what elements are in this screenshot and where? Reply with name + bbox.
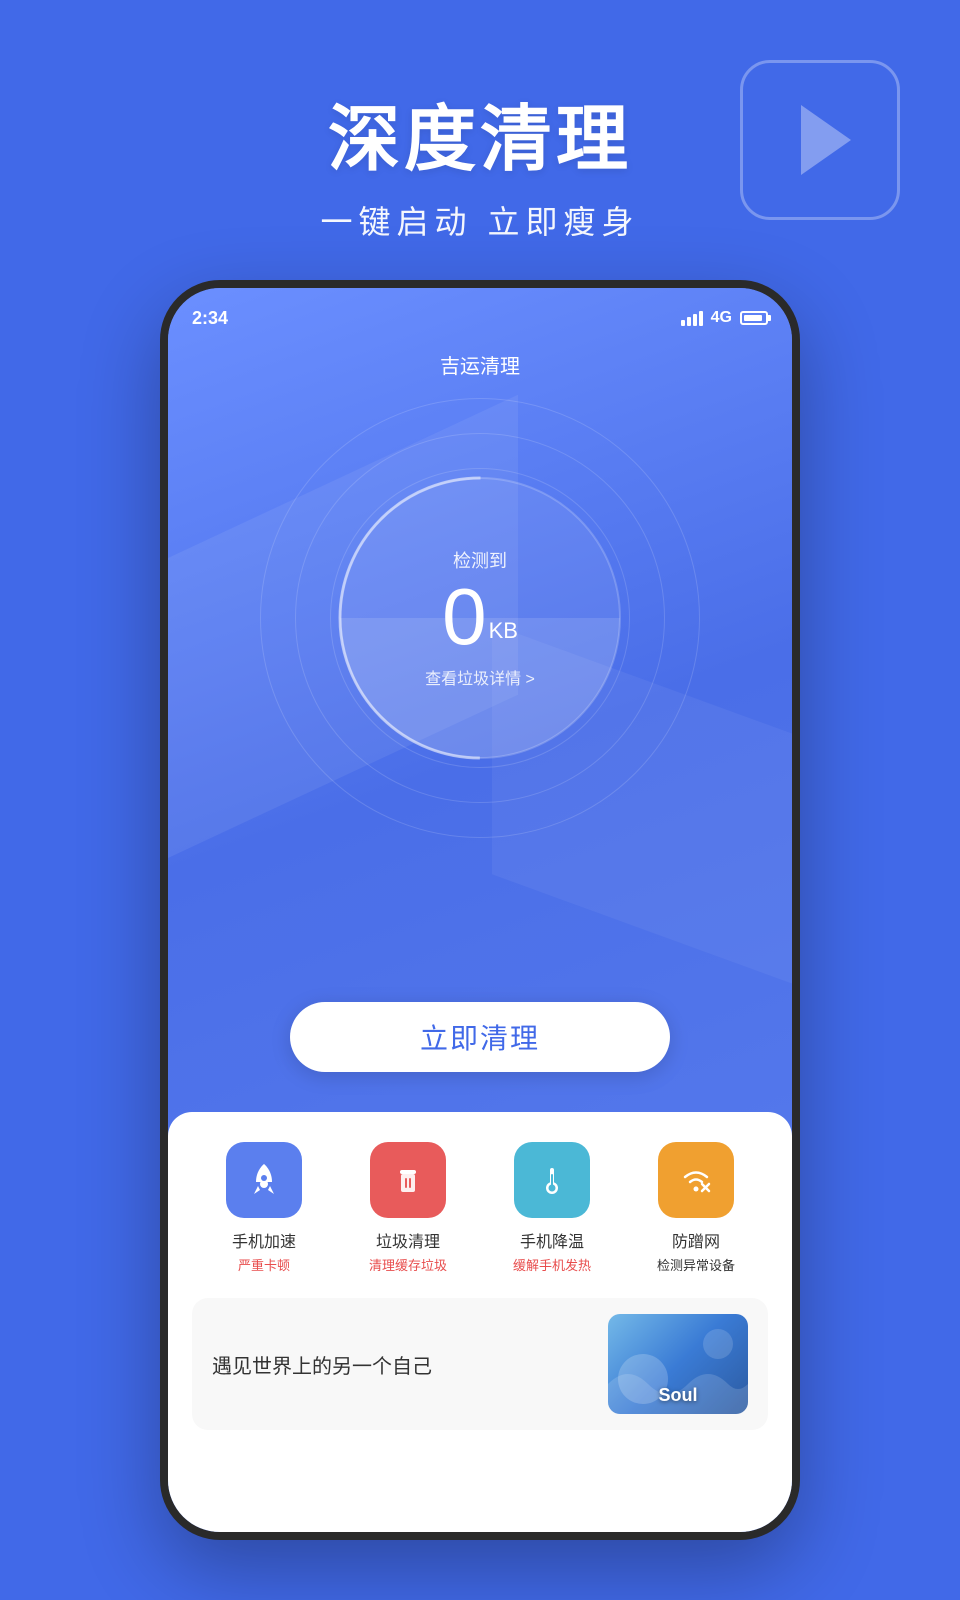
banner-text: 遇见世界上的另一个自己 — [212, 1350, 592, 1379]
app-icon-desc-2: 缓解手机发热 — [513, 1255, 591, 1274]
phone-mockup: 2:34 4G 吉运清理 检测到 — [160, 280, 800, 1540]
gauge-unit: KB — [489, 618, 518, 643]
gauge-area: 检测到 0KB 查看垃圾详情 > — [260, 398, 700, 838]
banner-image-label: Soul — [659, 1385, 698, 1414]
app-title: 吉运清理 — [168, 350, 792, 379]
app-icon-desc-0: 严重卡顿 — [238, 1255, 290, 1274]
gauge-value: 0 — [442, 572, 487, 661]
app-icons-row: 手机加速严重卡顿垃圾清理清理缓存垃圾手机降温缓解手机发热防蹭网检测异常设备 — [192, 1142, 768, 1274]
gauge-value-row: 0KB — [425, 577, 535, 657]
app-icon-item-3[interactable]: 防蹭网检测异常设备 — [631, 1142, 761, 1274]
hero-section: 深度清理 一键启动 立即瘦身 — [0, 80, 960, 243]
bottom-card: 手机加速严重卡顿垃圾清理清理缓存垃圾手机降温缓解手机发热防蹭网检测异常设备 遇见… — [168, 1112, 792, 1532]
hero-title: 深度清理 — [0, 80, 960, 185]
app-icon-name-0: 手机加速 — [232, 1228, 296, 1252]
app-icon-item-2[interactable]: 手机降温缓解手机发热 — [487, 1142, 617, 1274]
app-icon-item-1[interactable]: 垃圾清理清理缓存垃圾 — [343, 1142, 473, 1274]
app-icon-desc-3: 检测异常设备 — [657, 1255, 735, 1274]
banner-area[interactable]: 遇见世界上的另一个自己 Soul — [192, 1298, 768, 1430]
hero-subtitle: 一键启动 立即瘦身 — [0, 197, 960, 243]
app-icon-name-2: 手机降温 — [520, 1228, 584, 1252]
app-icon-box-2 — [514, 1142, 590, 1218]
signal-icon — [681, 310, 703, 326]
banner-image: Soul — [608, 1314, 748, 1414]
app-icon-name-1: 垃圾清理 — [376, 1228, 440, 1252]
app-icon-box-0 — [226, 1142, 302, 1218]
gauge-label: 检测到 — [425, 547, 535, 573]
gauge-link[interactable]: 查看垃圾详情 > — [425, 665, 535, 689]
network-type: 4G — [711, 309, 732, 327]
app-icon-box-3 — [658, 1142, 734, 1218]
gauge-content: 检测到 0KB 查看垃圾详情 > — [425, 547, 535, 689]
status-bar: 2:34 4G — [192, 300, 768, 336]
app-icon-box-1 — [370, 1142, 446, 1218]
app-icon-desc-1: 清理缓存垃圾 — [369, 1255, 447, 1274]
battery-icon — [740, 311, 768, 325]
app-icon-item-0[interactable]: 手机加速严重卡顿 — [199, 1142, 329, 1274]
status-right: 4G — [681, 309, 768, 327]
app-icon-name-3: 防蹭网 — [672, 1228, 720, 1252]
status-time: 2:34 — [192, 308, 228, 329]
clean-button[interactable]: 立即清理 — [290, 1002, 670, 1072]
clean-button-label: 立即清理 — [420, 1017, 540, 1057]
